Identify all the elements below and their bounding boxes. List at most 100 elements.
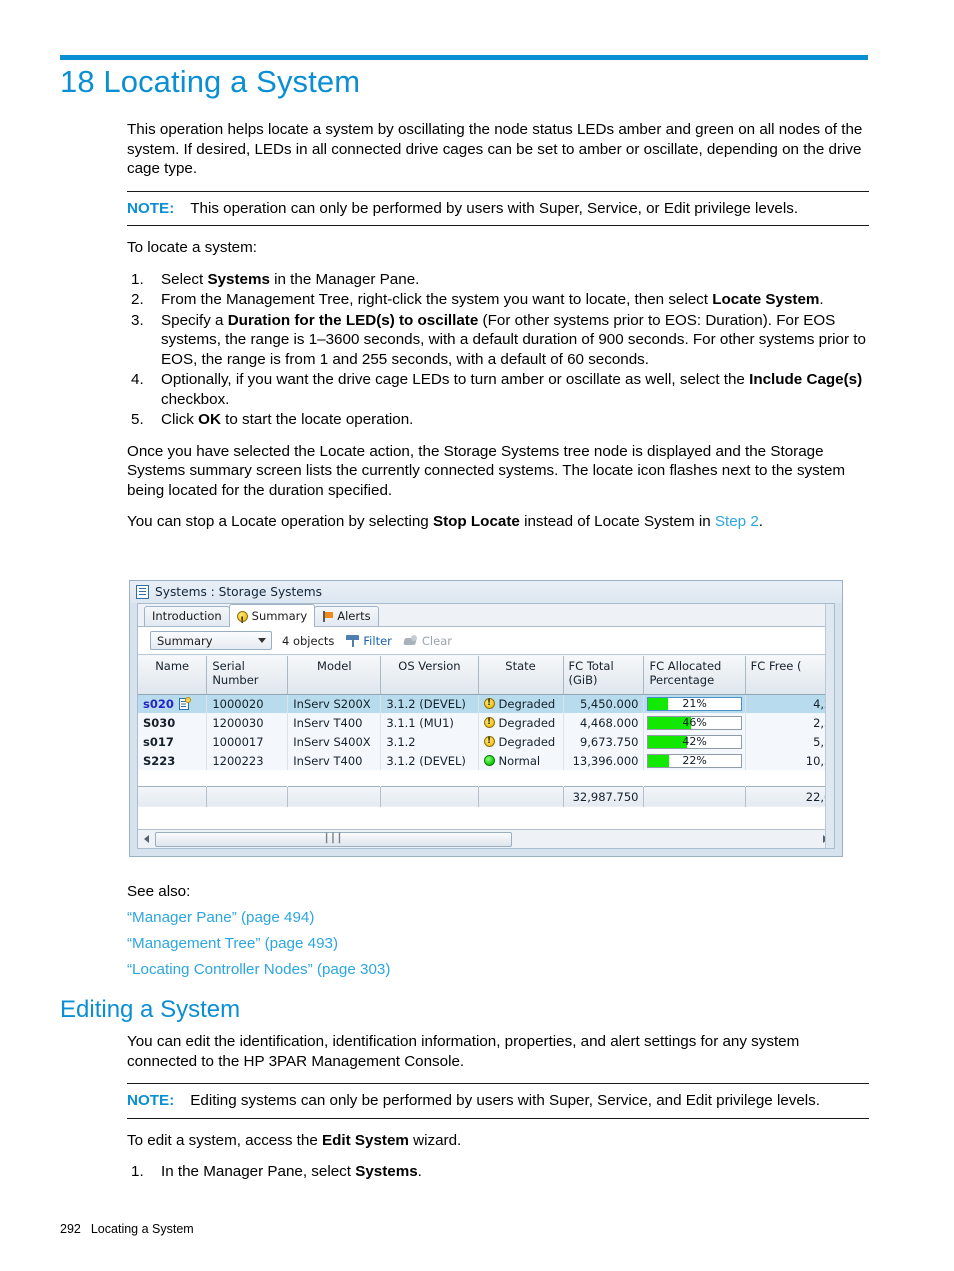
- document-page: 18 Locating a System This operation help…: [0, 0, 954, 1271]
- tab-introduction[interactable]: Introduction: [144, 606, 230, 626]
- tab-alerts-label: Alerts: [337, 609, 371, 623]
- table-header-row: Name Serial Number Model OS Version Stat…: [138, 656, 834, 695]
- tab-summary[interactable]: Summary: [228, 604, 316, 632]
- view-select[interactable]: Summary: [150, 631, 272, 650]
- locate-step-text: Systems: [207, 270, 270, 288]
- see-also-link-locating-controller-nodes[interactable]: “Locating Controller Nodes” (page 303): [127, 957, 869, 983]
- systems-icon: [136, 585, 149, 599]
- totals-fc-free: 22,614: [745, 785, 834, 807]
- cell-serial-number: 1200030: [206, 713, 289, 732]
- table-body: s0201000020InServ S200X3.1.2 (DEVEL)Degr…: [138, 694, 834, 807]
- cell-model: InServ T400: [287, 751, 382, 770]
- step-2-link[interactable]: Step 2: [715, 513, 759, 530]
- filter-label: Filter: [363, 633, 392, 648]
- see-also-link-manager-pane[interactable]: “Manager Pane” (page 494): [127, 905, 869, 931]
- warning-circle-icon: [483, 736, 495, 747]
- scrollbar-track[interactable]: ┃┃┃: [155, 831, 817, 848]
- ok-circle-icon: [483, 755, 495, 766]
- locate-step-text: .: [819, 291, 824, 308]
- locate-step-item: 3. Specify a Duration for the LED(s) to o…: [127, 311, 869, 370]
- column-header-os-version-label: OS Version: [398, 659, 461, 673]
- see-also-link-management-tree[interactable]: “Management Tree” (page 493): [127, 931, 869, 957]
- totals-name: [138, 785, 208, 807]
- see-also-block: See also: “Manager Pane” (page 494) “Man…: [127, 879, 869, 983]
- locate-step-text: Include Cage(s): [749, 371, 863, 388]
- totals-serial-number: [206, 785, 289, 807]
- table-row[interactable]: s017 1000017InServ S400X3.1.2 Degraded 9,67…: [138, 732, 834, 751]
- totals-state: [478, 785, 564, 807]
- locate-step-text: Locate System: [712, 291, 820, 308]
- column-header-fc-allocated-percentage[interactable]: FC Allocated Percentage: [643, 656, 746, 695]
- cell-name[interactable]: S030: [138, 713, 208, 732]
- blank-cell: [563, 770, 645, 786]
- editing-step-item: 1. In the Manager Pane, select Systems.: [127, 1162, 869, 1182]
- tab-strip: Introduction Summary Alerts: [138, 604, 834, 632]
- cell-state: Degraded: [478, 694, 564, 713]
- column-header-model[interactable]: Model: [287, 656, 382, 695]
- column-header-serial-number[interactable]: Serial Number: [206, 656, 289, 695]
- filter-icon: [346, 634, 360, 647]
- note-label-editing: NOTE:: [127, 1092, 175, 1109]
- footer-chapter-name: Locating a System: [90, 1222, 194, 1236]
- cell-fc-free: 4,261: [745, 694, 834, 713]
- allocation-progress-bar: 22%: [647, 753, 742, 768]
- column-header-fc-total[interactable]: FC Total (GiB): [563, 656, 645, 695]
- locate-icon: [178, 696, 191, 710]
- locate-step-number: 3.: [131, 311, 144, 329]
- table-row[interactable]: S223 1200223 InServ T400 3.1.2 (DEVEL) Norma…: [138, 751, 834, 770]
- content-column-top: This operation helps locate a system by …: [127, 120, 869, 544]
- totals-os-version: [380, 785, 479, 807]
- cell-name[interactable]: s017: [138, 732, 208, 751]
- locate-step-text: checkbox.: [161, 390, 230, 408]
- clear-label: Clear: [421, 633, 452, 648]
- cell-fc-free: 2,377: [745, 713, 834, 732]
- footer-page-number: 292: [60, 1222, 81, 1236]
- cell-name[interactable]: s020: [138, 694, 208, 713]
- editing-step-text: Systems: [355, 1163, 418, 1180]
- table-row[interactable]: s020 1000020InServ S200X3.1.2 (DEVEL) Degr…: [138, 694, 834, 713]
- locate-step-number: 2.: [131, 291, 144, 308]
- cell-name[interactable]: S223: [138, 751, 208, 770]
- table-row[interactable]: S030 1200030InServ T4003.1.1 (MU1) Degrade…: [138, 713, 834, 732]
- systems-table: Name Serial Number Model OS Version Stat…: [138, 656, 834, 807]
- column-header-fc-free[interactable]: FC Free (: [745, 656, 834, 695]
- locate-step-item: 5. Click OK to start the locate operation…: [127, 410, 869, 430]
- tab-alerts[interactable]: Alerts: [314, 606, 379, 626]
- column-header-os-version[interactable]: OS Version: [380, 656, 479, 695]
- blank-cell: [643, 770, 746, 786]
- column-header-fc-allocated-percentage-label: FC Allocated Percentage: [649, 659, 722, 687]
- warning-circle-icon: [483, 717, 495, 728]
- warning-circle-icon: [483, 698, 495, 710]
- editing-lead-in-bold: Edit System: [322, 1131, 409, 1149]
- locate-step-item: 2. From the Management Tree, right-click …: [127, 290, 869, 310]
- system-name-label: s020: [143, 696, 174, 711]
- column-header-fc-free-label: FC Free (: [750, 659, 802, 673]
- column-header-state[interactable]: State: [478, 656, 564, 695]
- cell-model: InServ T400: [287, 713, 382, 732]
- stop-locate-pre: You can stop a Locate operation by selec…: [127, 513, 433, 530]
- locate-step-number: 5.: [131, 411, 144, 428]
- scrollbar-thumb[interactable]: ┃┃┃: [155, 831, 512, 847]
- clear-button[interactable]: Clear: [404, 634, 452, 648]
- cell-os-version: 3.1.1 (MU1): [380, 713, 479, 732]
- locate-step-text: Click: [161, 411, 199, 428]
- stop-locate-mid: instead of Locate System in: [519, 513, 715, 530]
- scroll-left-arrow-icon[interactable]: [138, 831, 155, 848]
- cell-model: InServ S200X: [287, 694, 382, 713]
- note-text-editing: Editing systems can only be performed by…: [190, 1092, 820, 1109]
- vertical-scroll-gutter[interactable]: [825, 604, 834, 848]
- allocation-progress-bar: 46%: [647, 715, 742, 730]
- embedded-screenshot-systems-storage-systems: Systems : Storage Systems Introduction S…: [129, 580, 843, 857]
- column-header-name-label: Name: [155, 659, 190, 673]
- page-footer: 292 Locating a System: [60, 1222, 194, 1236]
- cell-os-version: 3.1.2 (DEVEL): [380, 694, 479, 713]
- horizontal-scrollbar[interactable]: ┃┃┃: [138, 829, 834, 848]
- cell-serial-number: 1000017: [206, 732, 289, 751]
- filter-button[interactable]: Filter: [346, 633, 392, 648]
- stop-locate-post: .: [758, 513, 764, 530]
- editing-lead-in-pre: To edit a system, access the: [127, 1131, 322, 1149]
- totals-fc-total: 32,987.750: [563, 785, 645, 807]
- cell-state: Normal: [478, 751, 564, 770]
- column-header-model-label: Model: [317, 659, 352, 673]
- column-header-name[interactable]: Name: [138, 656, 208, 695]
